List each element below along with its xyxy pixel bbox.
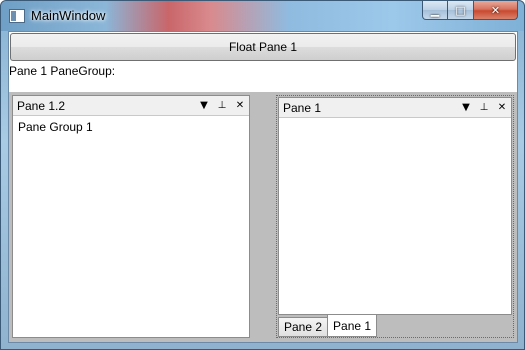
close-icon[interactable]: ✕ (231, 97, 249, 115)
pane-right-title: Pane 1 (283, 100, 322, 115)
tab-pane-2[interactable]: Pane 2 (278, 317, 329, 337)
pin-icon[interactable]: ⊥ (475, 99, 493, 117)
close-button[interactable]: ✕ (474, 1, 518, 20)
close-icon[interactable]: ✕ (493, 99, 511, 117)
minimize-button[interactable]: ▁ (422, 1, 448, 20)
title-bar[interactable]: MainWindow ▁ □ ✕ (1, 1, 524, 31)
pane-right-header[interactable]: Pane 1 ▼ ⊥ ✕ (279, 98, 511, 118)
pane-right: Pane 1 ▼ ⊥ ✕ (278, 97, 512, 315)
dock-area: Pane 1.2 ▼ ⊥ ✕ Pane Group 1 Pane 1 ▼ ⊥ ✕ (9, 92, 517, 342)
float-pane-button[interactable]: Float Pane 1 (10, 33, 516, 61)
chevron-down-icon[interactable]: ▼ (195, 97, 213, 115)
pane-tabstrip: Pane 2 Pane 1 (278, 315, 512, 337)
close-icon: ✕ (490, 3, 501, 17)
pin-icon[interactable]: ⊥ (213, 97, 231, 115)
pane-left: Pane 1.2 ▼ ⊥ ✕ Pane Group 1 (12, 95, 250, 338)
client-area: Float Pane 1 Pane 1 PaneGroup: Pane 1.2 … (8, 31, 518, 343)
pane-left-header[interactable]: Pane 1.2 ▼ ⊥ ✕ (13, 96, 249, 116)
chevron-down-icon[interactable]: ▼ (457, 99, 475, 117)
pane-left-title: Pane 1.2 (17, 98, 66, 113)
caption-buttons: ▁ □ ✕ (422, 1, 518, 21)
tab-pane-1[interactable]: Pane 1 (327, 315, 378, 337)
maximize-icon: □ (455, 3, 466, 17)
window-app-icon[interactable] (9, 9, 25, 23)
pane-right-group: Pane 1 ▼ ⊥ ✕ Pane 2 Pane 1 (276, 95, 514, 338)
pane-group-label: Pane 1 PaneGroup: (9, 64, 116, 78)
main-window: MainWindow ▁ □ ✕ Float Pane 1 Pane 1 Pan… (0, 0, 525, 350)
pane-left-content: Pane Group 1 (18, 120, 93, 134)
minimize-icon: ▁ (430, 3, 440, 17)
window-title: MainWindow (31, 8, 106, 23)
maximize-button[interactable]: □ (448, 1, 474, 20)
